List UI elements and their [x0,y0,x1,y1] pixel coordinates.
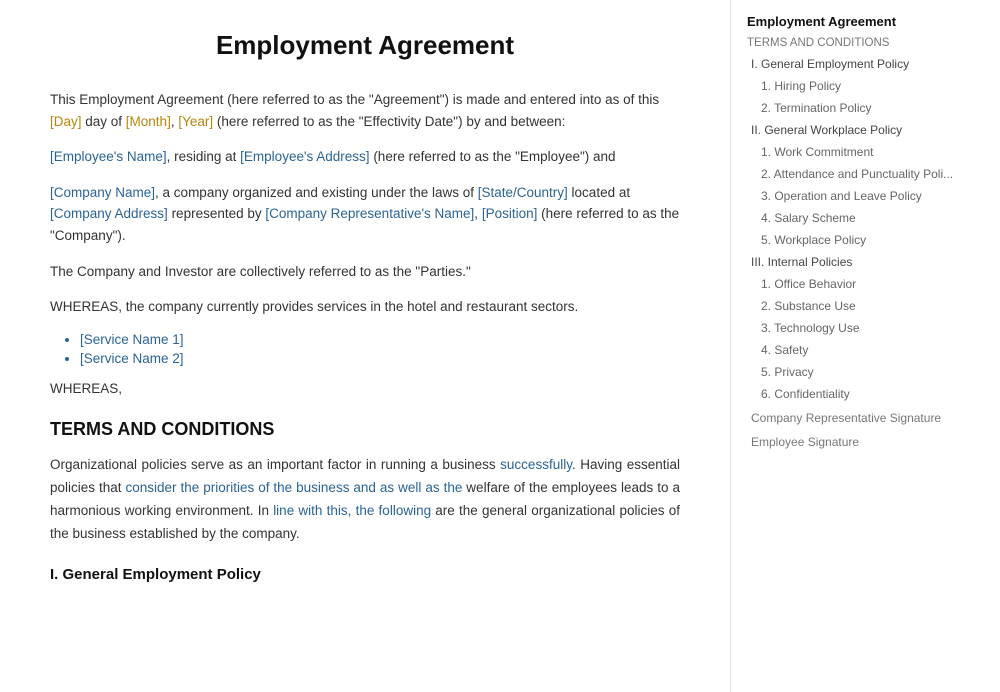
whereas1-text: WHEREAS, the company currently provides … [50,299,578,314]
intro-paragraph-2: [Employee's Name], residing at [Employee… [50,146,680,168]
company-rep-name: [Company Representative's Name] [265,206,474,221]
intro-p1-text4: (here referred to as the "Effectivity Da… [213,114,565,129]
service-name-1: [Service Name 1] [80,332,184,347]
document-title: Employment Agreement [50,30,680,61]
sidebar: Employment Agreement TERMS AND CONDITION… [730,0,970,692]
sidebar-item-substance-use[interactable]: 2. Substance Use [747,295,954,317]
intro-p1-text1: This Employment Agreement (here referred… [50,92,659,107]
terms-text1: Organizational policies serve as an impo… [50,457,500,472]
employee-address: [Employee's Address] [240,149,369,164]
terms-highlight1: successfully [500,457,572,472]
service-name-2: [Service Name 2] [80,351,184,366]
sidebar-item-salary[interactable]: 4. Salary Scheme [747,207,954,229]
intro-p3-text1: , a company organized and existing under… [155,185,478,200]
sidebar-title: Employment Agreement [747,14,954,29]
intro-paragraph-1: This Employment Agreement (here referred… [50,89,680,132]
sidebar-item-confidentiality[interactable]: 6. Confidentiality [747,383,954,405]
sidebar-item-work-commitment[interactable]: 1. Work Commitment [747,141,954,163]
intro-p3-text2: located at [568,185,630,200]
sidebar-item-company-signature[interactable]: Company Representative Signature [747,407,954,429]
section1-heading: I. General Employment Policy [50,566,680,583]
intro-p1-month: [Month] [126,114,171,129]
intro-p1-year: [Year] [178,114,213,129]
intro-p3-text4: , [474,206,482,221]
intro-p3-text3: represented by [168,206,266,221]
service-item-1: [Service Name 1] [80,332,680,347]
whereas-paragraph-2: WHEREAS, [50,378,680,400]
sidebar-item-general-workplace[interactable]: II. General Workplace Policy [747,119,954,141]
services-list: [Service Name 1] [Service Name 2] [80,332,680,366]
sidebar-item-termination[interactable]: 2. Termination Policy [747,97,954,119]
whereas-paragraph-1: WHEREAS, the company currently provides … [50,296,680,318]
company-address: [Company Address] [50,206,168,221]
sidebar-item-operation-leave[interactable]: 3. Operation and Leave Policy [747,185,954,207]
sidebar-item-general-employment[interactable]: I. General Employment Policy [747,53,954,75]
intro-paragraph-3: [Company Name], a company organized and … [50,182,680,247]
company-position: [Position] [482,206,538,221]
sidebar-terms-label[interactable]: TERMS AND CONDITIONS [747,37,954,49]
service-item-2: [Service Name 2] [80,351,680,366]
intro-p1-text2: day of [82,114,126,129]
main-content: Employment Agreement This Employment Agr… [0,0,730,692]
terms-highlight3: line with this, the following [273,503,431,518]
parties-text: The Company and Investor are collectivel… [50,264,471,279]
company-name: [Company Name] [50,185,155,200]
terms-heading: TERMS AND CONDITIONS [50,419,680,440]
intro-p2-text2: (here referred to as the "Employee") and [370,149,616,164]
sidebar-item-internal-policies[interactable]: III. Internal Policies [747,251,954,273]
sidebar-item-hiring[interactable]: 1. Hiring Policy [747,75,954,97]
employee-name: [Employee's Name] [50,149,167,164]
sidebar-item-employee-signature[interactable]: Employee Signature [747,431,954,453]
intro-p2-text1: , residing at [167,149,241,164]
sidebar-item-technology-use[interactable]: 3. Technology Use [747,317,954,339]
sidebar-item-office-behavior[interactable]: 1. Office Behavior [747,273,954,295]
sidebar-item-safety[interactable]: 4. Safety [747,339,954,361]
sidebar-item-attendance[interactable]: 2. Attendance and Punctuality Poli... [747,163,954,185]
terms-highlight2: consider the priorities of the business … [125,480,462,495]
intro-p1-day: [Day] [50,114,82,129]
state-country: [State/Country] [478,185,568,200]
terms-body: Organizational policies serve as an impo… [50,454,680,546]
sidebar-item-workplace-policy[interactable]: 5. Workplace Policy [747,229,954,251]
sidebar-item-privacy[interactable]: 5. Privacy [747,361,954,383]
whereas2-text: WHEREAS, [50,381,122,396]
intro-paragraph-4: The Company and Investor are collectivel… [50,261,680,283]
